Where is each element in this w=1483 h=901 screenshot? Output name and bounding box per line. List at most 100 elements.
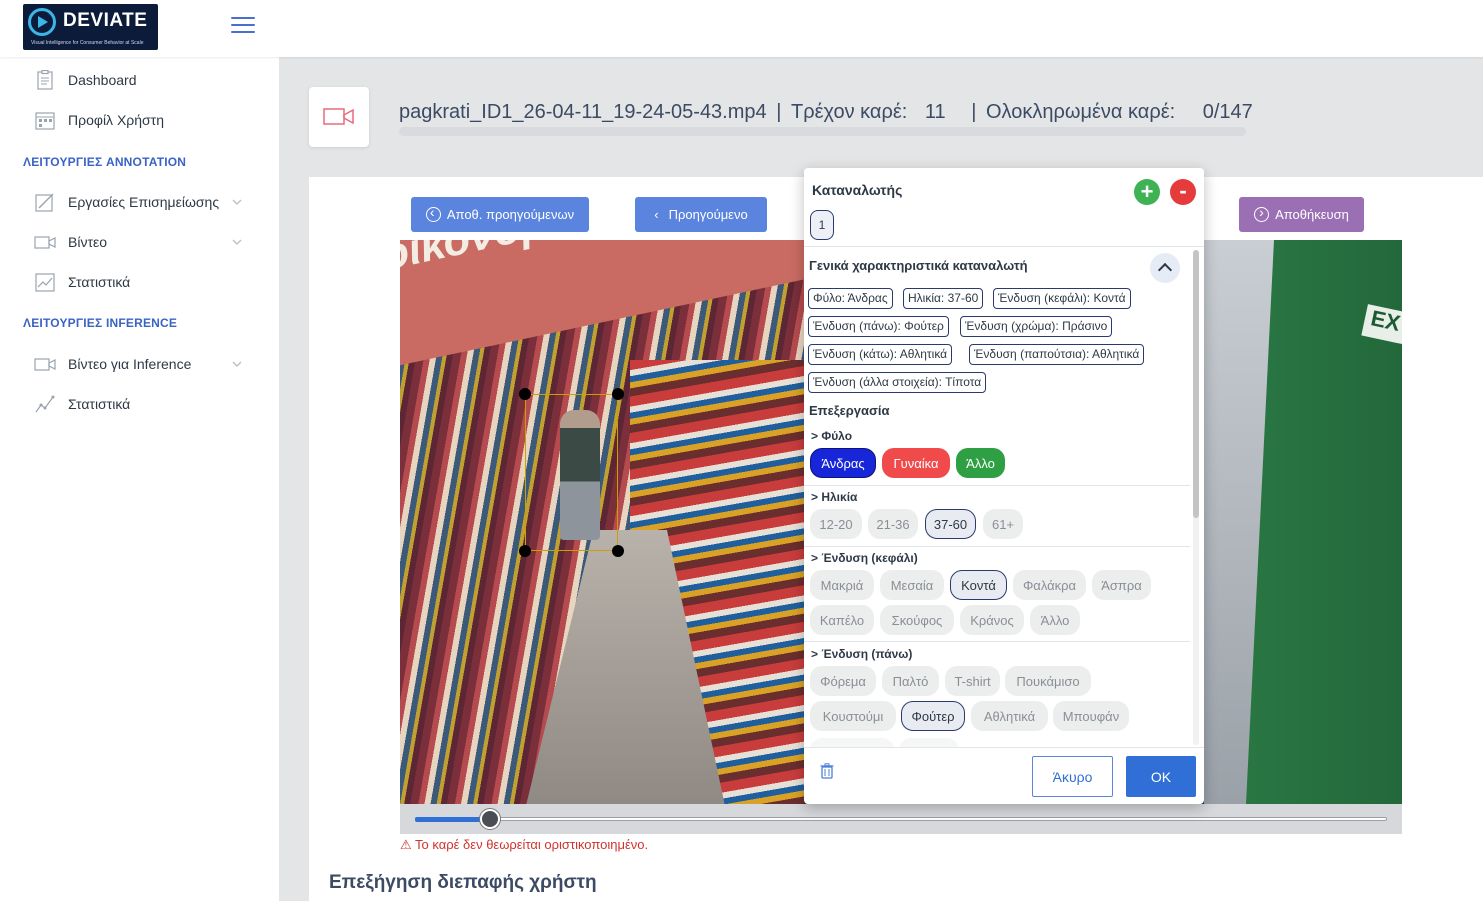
- head-option[interactable]: Σκούφος: [880, 605, 954, 635]
- panel-footer-divider: [804, 747, 1204, 748]
- gender-option-female[interactable]: Γυναίκα: [882, 448, 950, 478]
- title-separator: |: [971, 101, 977, 123]
- section-divider: [804, 546, 1190, 547]
- attribute-tag: Φύλο: Άνδρας: [808, 288, 893, 309]
- frame-slider-track[interactable]: [415, 817, 1387, 821]
- remove-consumer-button[interactable]: -: [1170, 179, 1196, 205]
- sidebar-item-videos[interactable]: Βίντεο: [0, 223, 279, 261]
- sidebar-item-annotation-tasks[interactable]: Εργασίες Επισημείωσης: [0, 183, 279, 221]
- head-option[interactable]: Μακριά: [810, 570, 874, 600]
- bbox-handle-bottom-right[interactable]: [612, 545, 624, 557]
- bbox-handle-top-right[interactable]: [612, 388, 624, 400]
- head-option-selected[interactable]: Κοντά: [950, 570, 1007, 600]
- head-option[interactable]: Άλλο: [1030, 605, 1080, 635]
- store-scene-right: EX: [1204, 240, 1402, 804]
- sidebar-item-label: Εργασίες Επισημείωσης: [68, 194, 220, 210]
- gender-label: > Φύλο: [811, 429, 853, 443]
- edit-section-title: Επεξεργασία: [809, 403, 890, 418]
- top-option-partial[interactable]: [810, 738, 894, 747]
- age-option[interactable]: 61+: [983, 509, 1023, 539]
- line-chart-icon: [35, 395, 55, 413]
- sidebar: Dashboard Προφίλ Χρήστη ΛΕΙΤΟΥΡΓΙΕΣ ANNO…: [0, 57, 279, 901]
- previous-label: Προηγούμενο: [668, 207, 748, 222]
- top-option[interactable]: T-shirt: [945, 666, 1000, 696]
- age-option-selected[interactable]: 37-60: [925, 509, 976, 539]
- ok-button[interactable]: OK: [1126, 756, 1196, 797]
- frame-slider-thumb[interactable]: [480, 809, 500, 829]
- head-option[interactable]: Φαλάκρα: [1013, 570, 1086, 600]
- ui-explanation-heading: Επεξήγηση διεπαφής χρήστη: [329, 872, 597, 893]
- head-option[interactable]: Άσπρα: [1092, 570, 1151, 600]
- attribute-tag: Ηλικία: 37-60: [903, 288, 984, 309]
- head-option[interactable]: Κράνος: [960, 605, 1024, 635]
- sidebar-item-inference-videos[interactable]: Βίντεο για Inference: [0, 345, 279, 383]
- bbox-handle-bottom-left[interactable]: [519, 545, 531, 557]
- video-icon: [34, 236, 56, 249]
- circle-right-icon: [1254, 204, 1270, 222]
- top-clothing-label: > Ένδυση (πάνω): [811, 647, 913, 661]
- edit-icon: [35, 193, 54, 212]
- video-filename: pagkrati_ID1_26-04-11_19-24-05-43.mp4: [399, 101, 767, 123]
- chevron-down-icon: [232, 239, 242, 245]
- save-previous-button[interactable]: Αποθ. προηγούμενων: [411, 197, 589, 232]
- gender-option-other[interactable]: Άλλο: [956, 448, 1005, 478]
- save-label: Αποθήκευση: [1275, 207, 1349, 222]
- sidebar-item-label: Βίντεο για Inference: [68, 356, 192, 372]
- attribute-tag: Ένδυση (πάνω): Φούτερ: [808, 316, 949, 337]
- logo-subtitle: Visual Intelligence for Consumer Behavio…: [31, 40, 144, 46]
- previous-frame-button[interactable]: ‹ Προηγούμενο: [635, 197, 767, 232]
- completed-frames-value: 0/147: [1202, 101, 1253, 123]
- sidebar-item-label: Βίντεο: [68, 234, 108, 250]
- chevron-down-icon: [232, 199, 242, 205]
- chevron-left-icon: ‹: [654, 207, 659, 222]
- top-option[interactable]: Αθλητικά: [971, 701, 1048, 731]
- top-option[interactable]: Παλτό: [882, 666, 939, 696]
- head-option[interactable]: Μεσαία: [880, 570, 944, 600]
- sidebar-item-statistics[interactable]: Στατιστικά: [0, 263, 279, 301]
- head-option[interactable]: Καπέλο: [810, 605, 874, 635]
- attribute-tag: Ένδυση (κάτω): Αθλητικά: [808, 344, 953, 365]
- consumer-attributes-scroll[interactable]: Γενικά χαρακτηριστικά καταναλωτή Φύλο: Ά…: [804, 247, 1190, 747]
- bbox-handle-top-left[interactable]: [519, 388, 531, 400]
- save-button[interactable]: Αποθήκευση: [1239, 197, 1364, 232]
- collapse-chevron-up-icon[interactable]: [1150, 253, 1180, 283]
- sidebar-item-label: Στατιστικά: [68, 396, 131, 412]
- head-clothing-label: > Ένδυση (κεφάλι): [811, 551, 918, 565]
- app-logo[interactable]: DEVIATE Visual Intelligence for Consumer…: [23, 4, 158, 50]
- consumer-panel-title: Καταναλωτής: [812, 182, 903, 198]
- store-scene-image: οικονομικές αγορές.: [400, 240, 885, 804]
- title-separator: |: [776, 101, 782, 123]
- panel-scrollbar-thumb[interactable]: [1193, 250, 1199, 518]
- age-option[interactable]: 12-20: [810, 509, 862, 539]
- frame-slider-fill: [415, 817, 490, 822]
- section-annotation-title: ΛΕΙΤΟΥΡΓΙΕΣ ANNOTATION: [23, 155, 187, 169]
- consumer-bounding-box[interactable]: [525, 394, 618, 551]
- trash-icon[interactable]: [820, 763, 834, 779]
- attribute-tag: Ένδυση (παπούτσια): Αθλητικά: [969, 344, 1145, 365]
- banner-text: οικονομικές αγορές.: [400, 240, 801, 281]
- attribute-tag: Ένδυση (χρώμα): Πράσινο: [960, 316, 1113, 337]
- age-option[interactable]: 21-36: [868, 509, 918, 539]
- hamburger-menu-icon[interactable]: [231, 17, 255, 35]
- top-option[interactable]: Φόρεμα: [810, 666, 876, 696]
- video-camera-icon: [323, 108, 354, 125]
- sidebar-item-label: Προφίλ Χρήστη: [68, 112, 164, 128]
- cancel-button[interactable]: Άκυρο: [1032, 756, 1113, 797]
- wall-area: [1204, 240, 1274, 804]
- sidebar-item-label: Dashboard: [68, 72, 137, 88]
- top-option[interactable]: Μπουφάν: [1053, 701, 1129, 731]
- sidebar-item-inference-statistics[interactable]: Στατιστικά: [0, 385, 279, 423]
- sidebar-item-profile[interactable]: Προφίλ Χρήστη: [0, 101, 279, 139]
- top-option[interactable]: Πουκάμισο: [1005, 666, 1091, 696]
- top-option-partial[interactable]: [899, 738, 959, 747]
- page-title: pagkrati_ID1_26-04-11_19-24-05-43.mp4 | …: [399, 101, 1253, 124]
- gender-option-male[interactable]: Άνδρας: [810, 448, 876, 478]
- top-option[interactable]: Κουστούμι: [810, 701, 896, 731]
- add-consumer-button[interactable]: +: [1134, 179, 1160, 205]
- sidebar-item-dashboard[interactable]: Dashboard: [0, 61, 279, 99]
- calendar-icon: [35, 112, 55, 130]
- logo-text: DEVIATE: [63, 10, 148, 31]
- consumer-id-chip[interactable]: 1: [810, 210, 834, 240]
- top-option-selected[interactable]: Φούτερ: [901, 701, 965, 731]
- current-frame-label: Τρέχον καρέ:: [790, 101, 908, 123]
